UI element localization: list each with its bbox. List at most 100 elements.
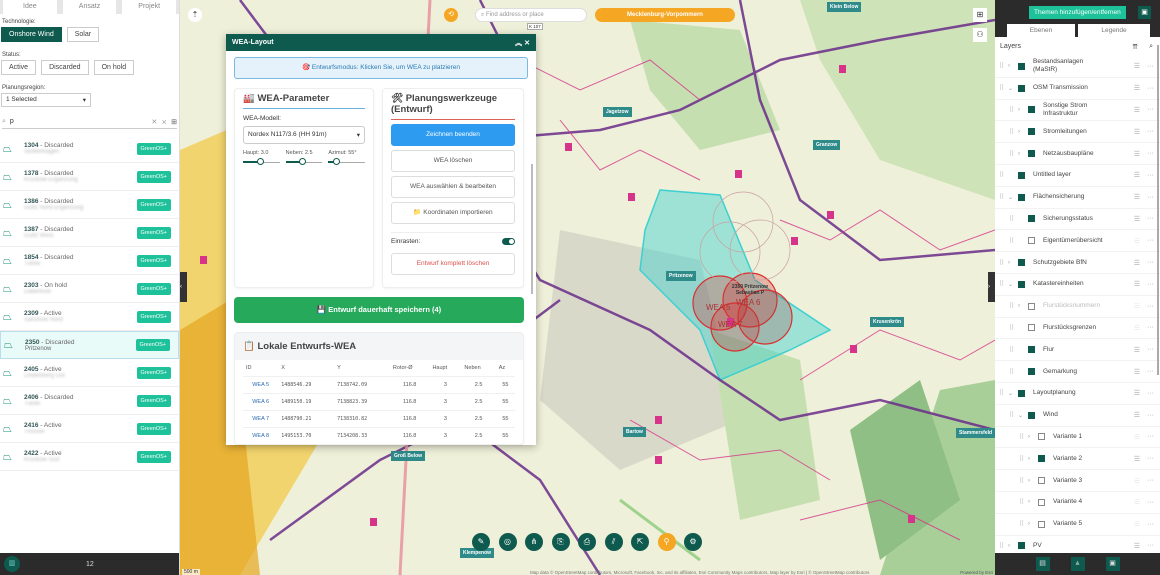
chevron-right-icon[interactable]: › — [1008, 543, 1018, 549]
tech-onshore-wind-button[interactable]: Onshore Wind — [1, 27, 62, 42]
chevron-right-icon[interactable]: › — [1028, 521, 1038, 527]
chart-icon[interactable]: ▥ — [4, 556, 20, 572]
layer-checkbox[interactable] — [1028, 106, 1035, 114]
greenos-button[interactable]: GreenOS+ — [136, 422, 171, 435]
chevron-right-icon[interactable]: › — [1018, 151, 1028, 157]
drag-handle-icon[interactable]: ⠿ — [1009, 150, 1018, 158]
more-options-icon[interactable]: ··· — [1147, 85, 1154, 92]
slider[interactable] — [243, 158, 280, 166]
drag-handle-icon[interactable]: ⠿ — [999, 171, 1008, 179]
layer-item[interactable]: ⠿ › Stromleitungen ☰ ··· — [995, 121, 1160, 144]
drag-handle-icon[interactable]: ⠿ — [999, 389, 1008, 397]
map-tool-icon[interactable]: ⟲ — [444, 8, 458, 22]
drag-handle-icon[interactable]: ⠿ — [1019, 433, 1028, 441]
layer-checkbox[interactable] — [1028, 237, 1035, 245]
chevron-right-icon[interactable]: › — [1028, 456, 1038, 462]
column-header[interactable]: Haupt — [429, 360, 462, 377]
network-icon[interactable]: ⩓ — [1070, 557, 1085, 571]
tab-ansatz[interactable]: Ansatz — [62, 0, 117, 14]
legend-icon[interactable]: ☰ — [1134, 106, 1140, 114]
slider[interactable] — [285, 158, 323, 166]
layer-item[interactable]: ⠿ Flurstücksgrenzen ☰ ··· — [995, 318, 1160, 340]
legend-icon[interactable]: ☰ — [1134, 150, 1140, 158]
drag-handle-icon[interactable]: ⠿ — [1009, 411, 1018, 419]
project-list-item[interactable]: ⏢ 2303 - On hold Daberkow GreenOS+ — [0, 275, 179, 303]
snap-toggle[interactable] — [502, 238, 515, 245]
project-list-item[interactable]: ⏢ 1378 - Discarded Kruckow Ergänzung GreenO… — [0, 163, 179, 191]
greenos-button[interactable]: GreenOS+ — [136, 254, 171, 267]
legend-icon[interactable]: ☰ — [1134, 520, 1140, 528]
wea-id-link[interactable]: WEA 7 — [243, 410, 279, 428]
more-options-icon[interactable]: ··· — [1147, 106, 1154, 113]
more-options-icon[interactable]: ··· — [1147, 281, 1154, 288]
chart-icon[interactable]: ⫽ — [604, 533, 623, 551]
more-options-icon[interactable]: ··· — [1147, 346, 1154, 353]
drag-handle-icon[interactable]: ⠿ — [1009, 215, 1018, 223]
legend-icon[interactable]: ☰ — [1134, 389, 1140, 397]
region-button[interactable]: Mecklenburg-Vorpommern — [595, 8, 735, 22]
drag-handle-icon[interactable]: ⠿ — [1009, 324, 1018, 332]
table-row[interactable]: WEA 7 1488790.21 7138310.82 116.8 3 2.5 55 — [243, 410, 515, 428]
layer-item[interactable]: ⠿ › Bestandsanlagen (MaStR) ☰ ··· — [995, 56, 1160, 78]
drag-handle-icon[interactable]: ⠿ — [999, 62, 1008, 70]
layer-item[interactable]: ⠿ › Variante 2 ☰ ··· — [995, 448, 1160, 471]
layer-checkbox[interactable] — [1018, 171, 1025, 179]
project-list-item[interactable]: ⏢ 2405 - Active Lindenberg Ost GreenOS+ — [0, 359, 179, 387]
legend-icon[interactable]: ☰ — [1134, 84, 1140, 92]
more-options-icon[interactable]: ··· — [1147, 390, 1154, 397]
more-options-icon[interactable]: ··· — [1147, 499, 1154, 506]
more-options-icon[interactable]: ··· — [1147, 477, 1154, 484]
network-icon[interactable]: ⋔ — [525, 533, 543, 551]
drag-handle-icon[interactable]: ⠿ — [999, 193, 1008, 201]
layer-checkbox[interactable] — [1018, 259, 1025, 267]
layer-item[interactable]: ⠿ Sicherungsstatus ☰ ··· — [995, 209, 1160, 231]
close-icon[interactable]: ✕ — [524, 40, 530, 47]
chevron-right-icon[interactable]: › — [1018, 107, 1028, 113]
legend-icon[interactable]: ☰ — [1134, 477, 1140, 485]
project-list-item[interactable]: ⏢ 2416 - Active Trissow GreenOS+ — [0, 415, 179, 443]
greenos-button[interactable]: GreenOS+ — [136, 142, 171, 155]
greenos-button[interactable]: GreenOS+ — [136, 170, 171, 183]
legend-icon[interactable]: ☰ — [1134, 498, 1140, 506]
more-options-icon[interactable]: ··· — [1147, 433, 1154, 440]
wea-id-link[interactable]: WEA 8 — [243, 427, 279, 444]
address-search[interactable]: ⌕ Find address or place — [475, 8, 587, 22]
legend-icon[interactable]: ☰ — [1134, 259, 1140, 267]
project-list-item[interactable]: ⏢ 2350 - Discarded Pritzenow GreenOS+ — [0, 331, 179, 359]
legend-icon[interactable]: ☰ — [1134, 193, 1140, 201]
drag-handle-icon[interactable]: ⠿ — [999, 259, 1008, 267]
add-themes-button[interactable]: Themen hinzufügen/entfernen — [1029, 6, 1126, 19]
slider-handle[interactable] — [332, 158, 340, 165]
import-icon[interactable]: ⎘ — [551, 533, 570, 551]
legend-icon[interactable]: ☰ — [1134, 302, 1140, 310]
wea-id-link[interactable]: WEA 6 — [243, 393, 279, 411]
greenos-button[interactable]: GreenOS+ — [136, 310, 171, 323]
layer-item[interactable]: ⠿ › Netzausbaupläne ☰ ··· — [995, 143, 1160, 165]
project-list-item[interactable]: ⏢ 1387 - Discarded Gültz West GreenOS+ — [0, 219, 179, 247]
more-options-icon[interactable]: ··· — [1147, 150, 1154, 157]
chevron-right-icon[interactable]: › — [1028, 434, 1038, 440]
layer-item[interactable]: ⠿ › Variante 1 ☰ ··· — [995, 427, 1160, 449]
layer-checkbox[interactable] — [1038, 477, 1045, 485]
measure-icon[interactable]: ◎ — [498, 533, 517, 551]
chevron-right-icon[interactable]: › — [1028, 499, 1038, 505]
clear-icon[interactable]: ✕ — [151, 118, 157, 126]
more-options-icon[interactable]: ··· — [1147, 542, 1154, 549]
drag-handle-icon[interactable]: ⠿ — [1009, 302, 1018, 310]
layer-checkbox[interactable] — [1038, 433, 1045, 441]
more-options-icon[interactable]: ··· — [1147, 172, 1154, 179]
collapse-all-icon[interactable]: ⇈ — [1132, 43, 1138, 51]
layer-checkbox[interactable] — [1028, 324, 1035, 332]
legend-icon[interactable]: ☰ — [1134, 237, 1140, 245]
layer-checkbox[interactable] — [1028, 411, 1035, 419]
tab-projekt[interactable]: Projekt — [122, 0, 177, 14]
slider[interactable] — [328, 158, 366, 166]
clear-filter-icon[interactable]: ⨯ — [161, 118, 167, 126]
layer-checkbox[interactable] — [1018, 84, 1025, 92]
layer-checkbox[interactable] — [1018, 62, 1025, 70]
collapse-left-handle[interactable]: ‹ — [180, 272, 187, 302]
layers-icon[interactable]: ⚇ — [973, 28, 987, 42]
legend-icon[interactable]: ☰ — [1134, 368, 1140, 376]
chevron-right-icon[interactable]: › — [1018, 303, 1028, 309]
column-header[interactable]: Az — [495, 360, 515, 377]
